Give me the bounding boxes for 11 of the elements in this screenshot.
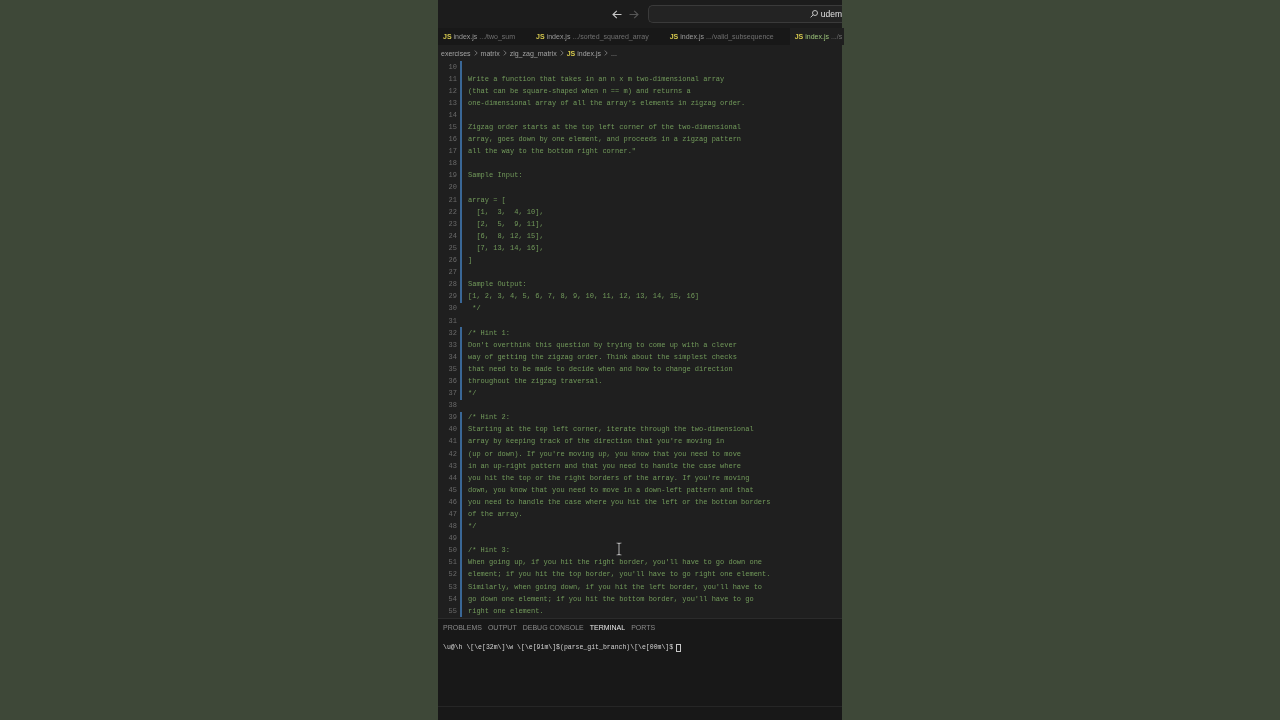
arrow-right-icon [629, 9, 639, 19]
terminal-cursor-icon [676, 644, 682, 652]
back-button[interactable] [610, 7, 624, 21]
search-field[interactable]: udem [648, 5, 842, 23]
arrow-left-icon [612, 9, 622, 19]
chevron-right-icon [559, 50, 564, 56]
search-icon [809, 10, 818, 18]
chevron-right-icon [502, 50, 507, 56]
text-cursor-icon [616, 542, 622, 556]
chevron-right-icon [604, 50, 608, 56]
chevron-right-icon [473, 50, 478, 56]
